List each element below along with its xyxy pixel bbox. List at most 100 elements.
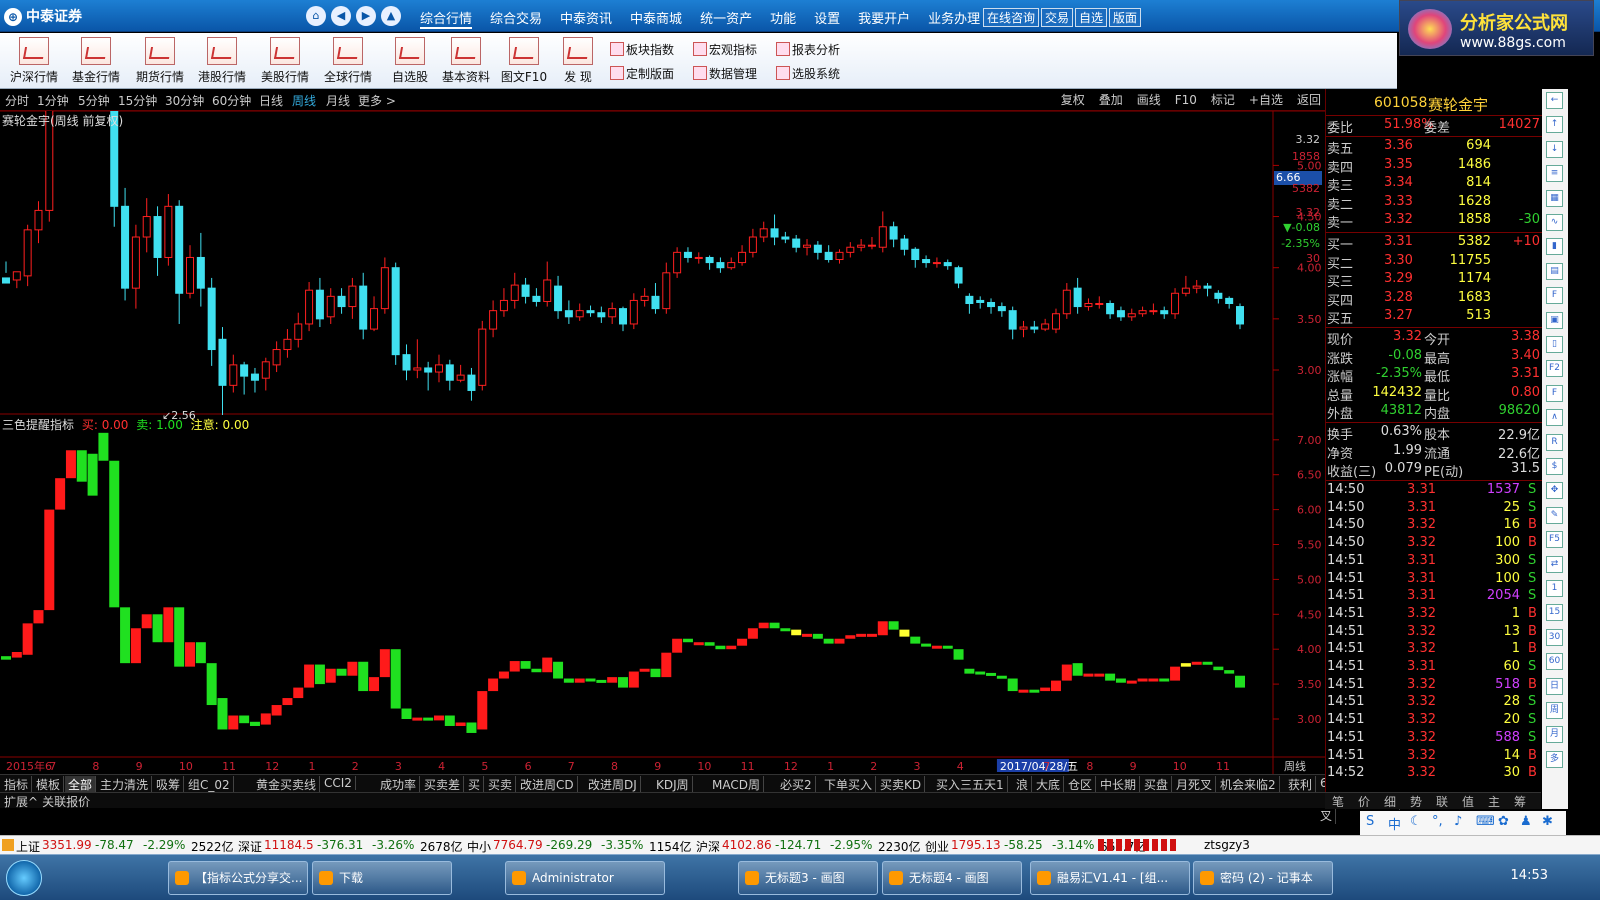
up-icon[interactable]: ▲ [381, 6, 401, 26]
indicator-tab-0[interactable]: 指标 [1, 776, 33, 793]
top-tool-0[interactable]: 在线咨询 [983, 8, 1040, 27]
indicator-tab-16[interactable]: 必买2 [777, 776, 816, 793]
back-icon[interactable]: ◀ [331, 6, 351, 26]
f2-icon[interactable]: F2 [1546, 360, 1563, 378]
task-0[interactable]: 【指标公式分享交... [168, 861, 308, 895]
period-2[interactable]: 5分钟 [78, 92, 110, 109]
indicator-tab-25[interactable]: 月死叉 [1173, 776, 1217, 793]
f10-icon[interactable]: F [1546, 287, 1563, 305]
menu-8[interactable]: 业务办理 [928, 8, 980, 27]
indicator-tab-14[interactable]: KDJ周 [653, 776, 693, 793]
user-icon[interactable]: ♟ [1520, 814, 1532, 829]
indicator-tab-12[interactable]: 改进周CD [517, 776, 578, 793]
index-name-3[interactable]: 沪深 [696, 838, 720, 855]
chart-tool-4[interactable]: 标记 [1211, 91, 1235, 108]
day-60-icon[interactable]: 60 [1546, 653, 1563, 671]
period-7[interactable]: 周线 [292, 92, 316, 109]
toolbar-item-6[interactable]: 自选股 [378, 35, 442, 87]
more-icon[interactable]: 多 [1546, 750, 1563, 768]
ad-banner[interactable]: 分析家公式网 www.88gs.com [1399, 0, 1594, 56]
expand-button[interactable]: 扩展^ [4, 795, 38, 809]
indicator-tab-3[interactable]: 主力清洗 [97, 776, 153, 793]
indicator-tab-27[interactable]: 获利 [1285, 776, 1317, 793]
indicator-tab-21[interactable]: 大底 [1033, 776, 1065, 793]
sogou-icon[interactable]: S [1366, 814, 1374, 829]
indicator-tab-13[interactable]: 改进周DJ [585, 776, 641, 793]
index-name-1[interactable]: 深证 [238, 838, 262, 855]
quote-tab-1[interactable]: 价 [1351, 793, 1377, 810]
chart-canvas[interactable]: 5.004.504.003.503.003.3218586.6653823.32… [0, 111, 1325, 776]
menu-0[interactable]: 综合行情 [420, 8, 473, 29]
list-icon[interactable]: ≡ [1546, 165, 1563, 183]
indicator-tab-18[interactable]: 买卖KD [877, 776, 926, 793]
toolbar-item-1[interactable]: 基金行情 [64, 35, 128, 87]
news-icon[interactable]: ▣ [1546, 311, 1563, 329]
menu-1[interactable]: 综合交易 [490, 8, 542, 27]
menu-3[interactable]: 中泰商城 [630, 8, 682, 27]
related-quote-button[interactable]: 关联报价 [42, 795, 90, 809]
toolbar-small-3[interactable]: 定制版面 [610, 65, 674, 82]
keyboard-icon[interactable]: ⌨ [1476, 814, 1495, 829]
toolbar-item-9[interactable]: 发 现 [546, 35, 610, 87]
f3-icon[interactable]: F [1546, 384, 1563, 402]
toolbar-small-4[interactable]: 数据管理 [693, 65, 757, 82]
indicator-tab-20[interactable]: 浪 [1013, 776, 1033, 793]
indicator-tab-11[interactable]: 买卖 [485, 776, 517, 793]
day-30-icon[interactable]: 30 [1546, 628, 1563, 646]
indicator-tab-10[interactable]: 买 [465, 776, 485, 793]
chinese-mode-icon[interactable]: 中 [1388, 814, 1401, 833]
indicator-tab-26[interactable]: 机会来临2 [1217, 776, 1280, 793]
quote-tab-6[interactable]: 主 [1481, 793, 1507, 810]
task-5[interactable]: 融易汇V1.41 - [组... [1030, 861, 1190, 895]
top-tool-1[interactable]: 交易 [1041, 8, 1074, 27]
shuffle-icon[interactable]: ⇄ [1546, 555, 1563, 573]
mic-icon[interactable]: ♪ [1454, 814, 1462, 829]
task-2[interactable]: Administrator [505, 861, 665, 895]
indicator-tab-15[interactable]: MACD周 [709, 776, 764, 793]
indicator-tab-9[interactable]: 买卖差 [421, 776, 465, 793]
top-tool-3[interactable]: 版面 [1109, 8, 1142, 27]
task-1[interactable]: 下载 [312, 861, 452, 895]
menu-2[interactable]: 中泰资讯 [560, 8, 612, 27]
pencil-icon[interactable]: ✎ [1546, 506, 1563, 524]
indicator-tab-7[interactable]: CCI2 [321, 776, 356, 790]
toolbar-small-1[interactable]: 宏观指标 [693, 41, 757, 58]
indicator-tab-8[interactable]: 成功率 [377, 776, 421, 793]
toolbar-small-5[interactable]: 选股系统 [776, 65, 840, 82]
chart-line-icon[interactable]: ∿ [1546, 214, 1563, 231]
document-icon[interactable]: ▯ [1546, 336, 1563, 353]
arrow-up-icon[interactable]: ↑ [1546, 116, 1563, 134]
indicator-tab-17[interactable]: 下单买入 [821, 776, 877, 793]
tools-icon[interactable]: ✱ [1542, 814, 1553, 829]
arrow-down-icon[interactable]: ↓ [1546, 140, 1563, 158]
period-6[interactable]: 日线 [259, 92, 283, 109]
f5-icon[interactable]: F5 [1546, 531, 1563, 549]
period-8[interactable]: 月线 [326, 92, 350, 109]
quote-tab-5[interactable]: 值 [1455, 793, 1481, 810]
move-icon[interactable]: ✥ [1546, 482, 1563, 500]
chart-tool-5[interactable]: +自选 [1249, 91, 1283, 108]
toolbar-item-7[interactable]: 基本资料 [434, 35, 498, 87]
toolbar-item-0[interactable]: 沪深行情 [2, 35, 66, 87]
index-name-0[interactable]: 上证 [16, 838, 40, 855]
indicator-icon[interactable]: ∧ [1546, 409, 1563, 427]
coin-icon[interactable]: $ [1546, 458, 1563, 475]
index-name-4[interactable]: 创业 [925, 838, 949, 855]
toolbar-small-0[interactable]: 板块指数 [610, 41, 674, 58]
task-3[interactable]: 无标题3 - 画图 [738, 861, 878, 895]
kline-chart[interactable]: 5.00 4.50 4.00 3.50 3.00 3.32 1858 6.66 5382 3.32… [0, 111, 1325, 786]
menu-5[interactable]: 功能 [770, 8, 796, 27]
indicator-tab-1[interactable]: 模板 [33, 776, 65, 793]
menu-4[interactable]: 统一资产 [700, 8, 752, 27]
indicator-tab-23[interactable]: 中长期 [1097, 776, 1141, 793]
top-tool-2[interactable]: 自选 [1075, 8, 1108, 27]
index-name-2[interactable]: 中小 [467, 838, 491, 855]
forward-icon[interactable]: ▶ [356, 6, 376, 26]
period-9[interactable]: 更多 > [358, 92, 396, 109]
quote-tab-4[interactable]: 联 [1429, 793, 1455, 810]
day-1-icon[interactable]: 1 [1546, 580, 1563, 597]
task-4[interactable]: 无标题4 - 画图 [882, 861, 1022, 895]
chart-tool-0[interactable]: 复权 [1061, 91, 1085, 108]
toolbar-item-5[interactable]: 全球行情 [316, 35, 380, 87]
chart-tool-6[interactable]: 返回 [1297, 91, 1321, 108]
